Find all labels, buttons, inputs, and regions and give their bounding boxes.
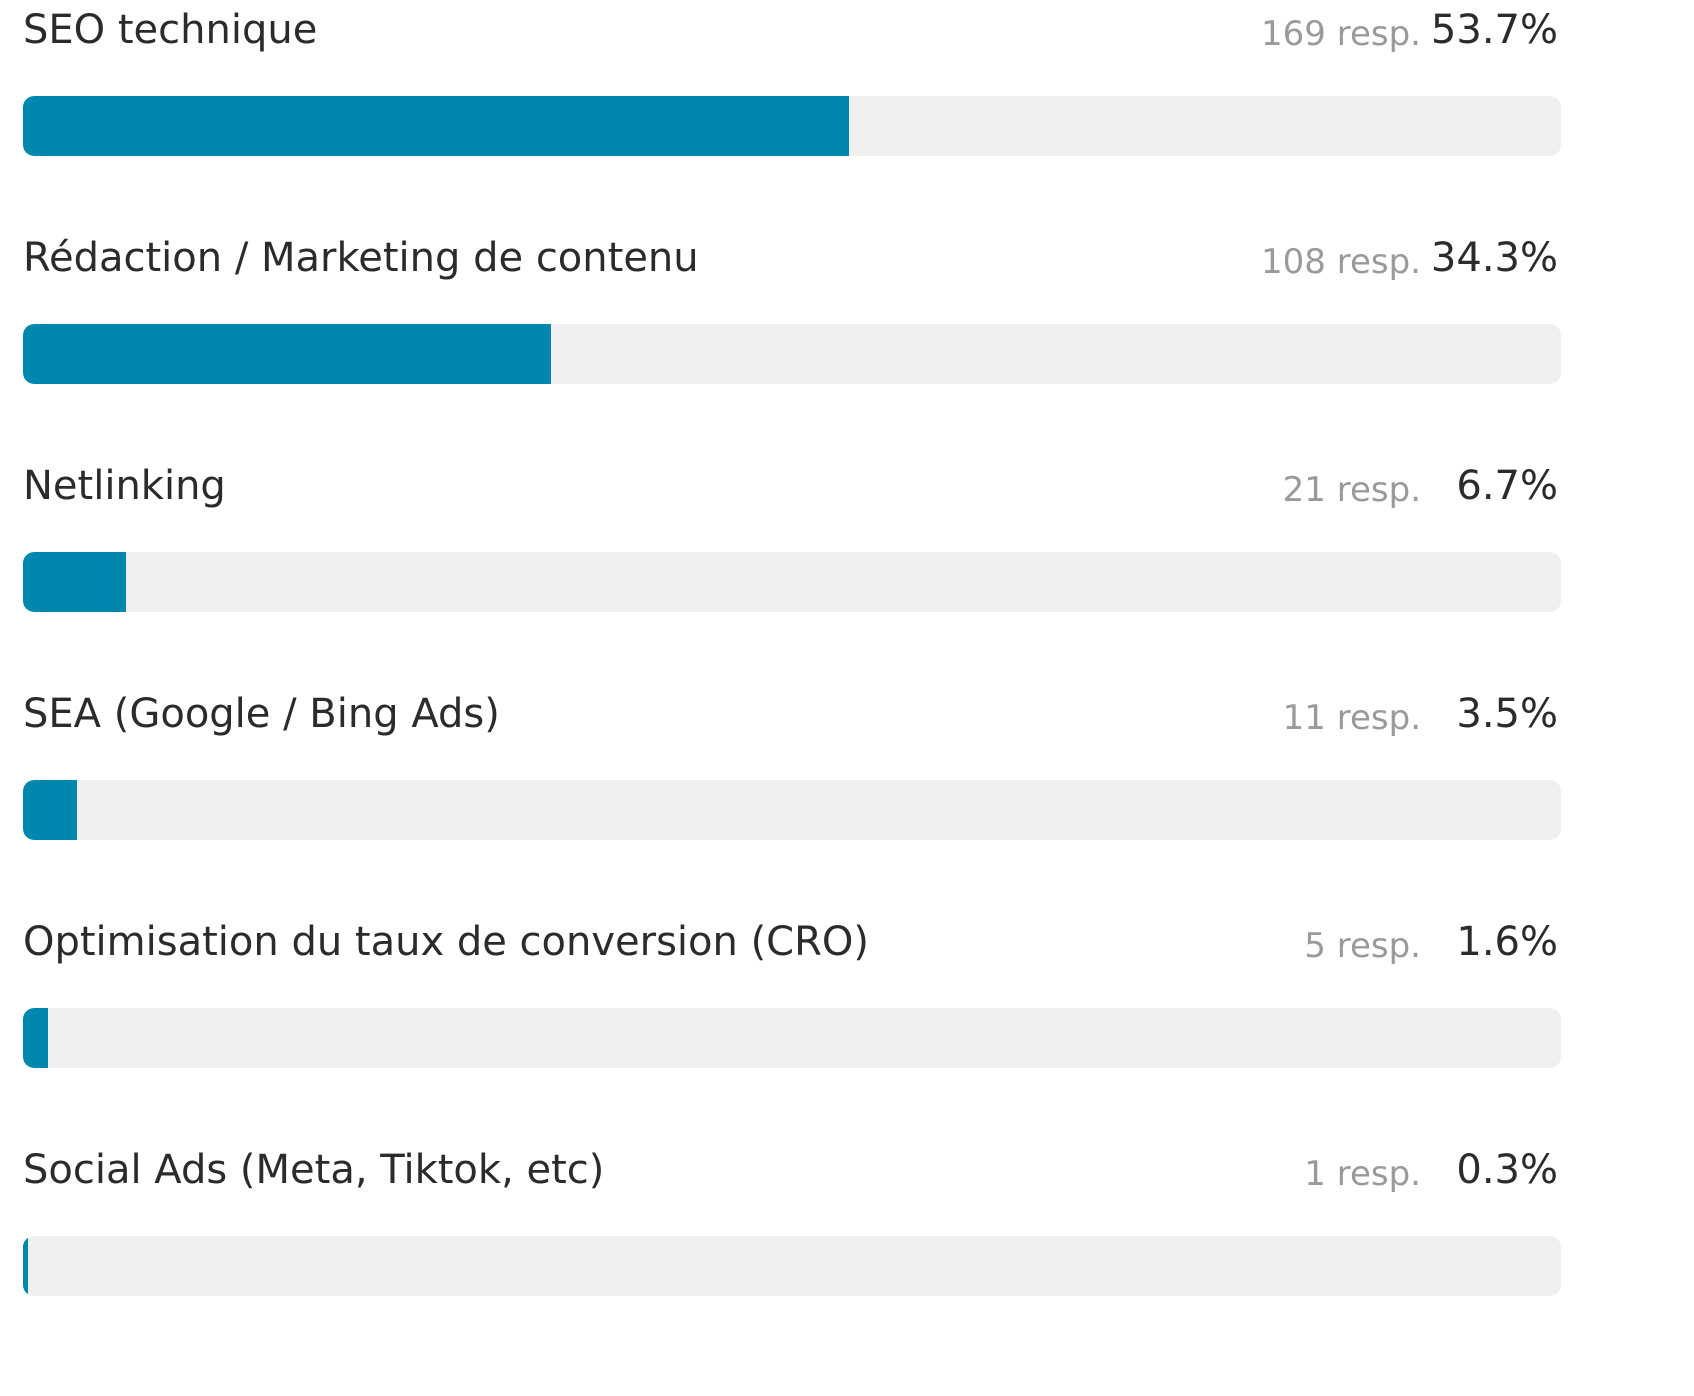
result-row: Rédaction / Marketing de contenu 108 res…	[0, 224, 1694, 452]
response-count: 5 resp.	[1304, 926, 1421, 966]
option-label: Optimisation du taux de conversion (CRO)	[23, 919, 869, 965]
bar-track	[23, 324, 1561, 384]
response-count: 169 resp.	[1261, 14, 1421, 54]
result-row: SEA (Google / Bing Ads) 11 resp. 3.5%	[0, 680, 1694, 908]
bar-fill	[23, 1008, 48, 1068]
result-row: SEO technique 169 resp. 53.7%	[0, 0, 1694, 224]
percent-label: 1.6%	[1456, 919, 1558, 965]
option-label: Social Ads (Meta, Tiktok, etc)	[23, 1147, 605, 1193]
response-count: 1 resp.	[1304, 1154, 1421, 1194]
bar-fill	[23, 552, 126, 612]
bar-track	[23, 552, 1561, 612]
percent-label: 53.7%	[1430, 7, 1558, 53]
option-label: Netlinking	[23, 463, 226, 509]
option-label: Rédaction / Marketing de contenu	[23, 235, 699, 281]
response-count: 11 resp.	[1282, 698, 1421, 738]
option-label: SEO technique	[23, 7, 318, 53]
result-row: Netlinking 21 resp. 6.7%	[0, 452, 1694, 680]
bar-track	[23, 96, 1561, 156]
bar-fill	[23, 1236, 28, 1296]
percent-label: 3.5%	[1456, 691, 1558, 737]
poll-results: SEO technique 169 resp. 53.7% Rédaction …	[0, 0, 1694, 1396]
option-label: SEA (Google / Bing Ads)	[23, 691, 500, 737]
percent-label: 34.3%	[1430, 235, 1558, 281]
bar-fill	[23, 96, 849, 156]
response-count: 21 resp.	[1282, 470, 1421, 510]
result-row: Social Ads (Meta, Tiktok, etc) 1 resp. 0…	[0, 1136, 1694, 1364]
result-row: Optimisation du taux de conversion (CRO)…	[0, 908, 1694, 1136]
percent-label: 0.3%	[1456, 1147, 1558, 1193]
bar-track	[23, 1008, 1561, 1068]
percent-label: 6.7%	[1456, 463, 1558, 509]
bar-track	[23, 780, 1561, 840]
bar-fill	[23, 324, 551, 384]
bar-fill	[23, 780, 77, 840]
response-count: 108 resp.	[1261, 242, 1421, 282]
bar-track	[23, 1236, 1561, 1296]
